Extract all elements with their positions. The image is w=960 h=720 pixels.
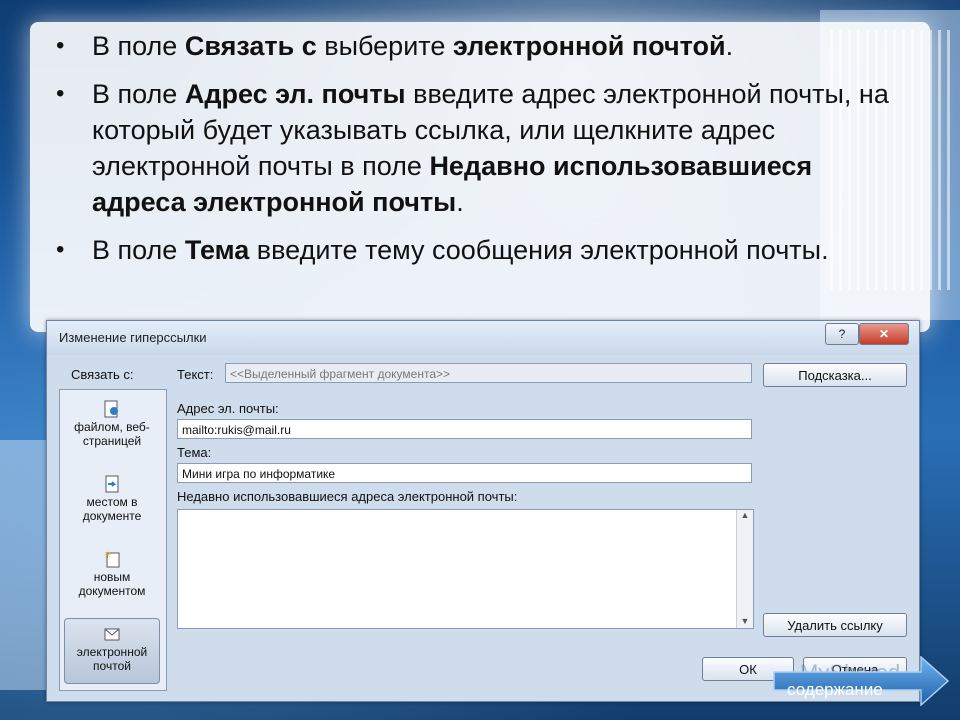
text-field[interactable]: <<Выделенный фрагмент документа>> [225, 363, 752, 383]
subject-field[interactable]: Мини игра по информатике [177, 463, 752, 483]
link-to-file-web-label: файлом, веб-страницей [74, 420, 150, 448]
bullet-2: В поле Адрес эл. почты введите адрес эле… [30, 76, 910, 220]
scroll-down-icon[interactable]: ▼ [737, 616, 753, 626]
bullet-3-segment: В поле [92, 235, 185, 265]
link-to-place-in-document[interactable]: местом в документе [64, 475, 160, 523]
new-document-icon: ✳ [104, 550, 120, 568]
recent-addresses-scrollbar[interactable]: ▲ ▼ [736, 510, 753, 628]
contents-nav-button[interactable]: содержание [773, 655, 950, 707]
recent-addresses-list[interactable]: ▲ ▼ [177, 509, 754, 629]
bullet-3-segment: Тема [184, 235, 250, 265]
edit-hyperlink-dialog: Изменение гиперссылки ? ✕ Связать с: фай… [46, 320, 920, 702]
link-to-label: Связать с: [71, 367, 134, 382]
bullet-1-segment: электронной почтой [452, 31, 726, 61]
svg-text:✳: ✳ [104, 550, 112, 560]
bullet-1: В поле Связать с выберите электронной по… [30, 28, 910, 64]
close-button[interactable]: ✕ [859, 323, 909, 345]
bullet-2-segment: . [456, 187, 464, 217]
subject-label: Тема: [177, 445, 212, 460]
instruction-list: В поле Связать с выберите электронной по… [30, 28, 910, 280]
link-to-place-label: местом в документе [82, 495, 142, 523]
contents-nav-label: содержание [787, 680, 883, 699]
remove-link-button[interactable]: Удалить ссылку [763, 613, 907, 637]
bullet-2-segment: В поле [92, 79, 185, 109]
background-building-left [0, 440, 50, 690]
help-button[interactable]: ? [825, 323, 859, 345]
email-address-field[interactable]: mailto:rukis@mail.ru [177, 419, 752, 439]
dialog-title: Изменение гиперссылки [59, 330, 207, 345]
link-to-email-label: электронной почтой [76, 645, 148, 673]
dialog-titlebar: Изменение гиперссылки ? ✕ [47, 321, 919, 355]
link-to-new-document-label: новым документом [78, 570, 146, 598]
bullet-3: В поле Тема введите тему сообщения элект… [30, 232, 910, 268]
document-place-icon [105, 475, 119, 493]
bullet-3-segment: введите тему сообщения электронной почты… [249, 235, 829, 265]
screen-tip-button[interactable]: Подсказка... [763, 363, 907, 387]
recent-addresses-label: Недавно использовавшиеся адреса электрон… [177, 489, 518, 504]
link-to-bar: файлом, веб-страницей местом в документе… [59, 389, 167, 691]
link-to-email[interactable]: электронной почтой [64, 618, 160, 684]
bullet-1-segment: . [725, 31, 734, 61]
bullet-1-segment: выберите [316, 31, 453, 61]
link-to-new-document[interactable]: ✳ новым документом [64, 550, 160, 598]
text-label: Текст: [177, 367, 214, 382]
bullet-1-segment: Связать с [184, 31, 317, 61]
email-address-label: Адрес эл. почты: [177, 401, 279, 416]
bullet-2-segment: Адрес эл. почты [184, 79, 406, 109]
link-to-file-web[interactable]: файлом, веб-страницей [64, 400, 160, 448]
web-page-icon [104, 400, 118, 418]
bullet-1-segment: В поле [92, 31, 185, 61]
scroll-up-icon[interactable]: ▲ [737, 510, 753, 520]
email-icon [104, 628, 120, 641]
